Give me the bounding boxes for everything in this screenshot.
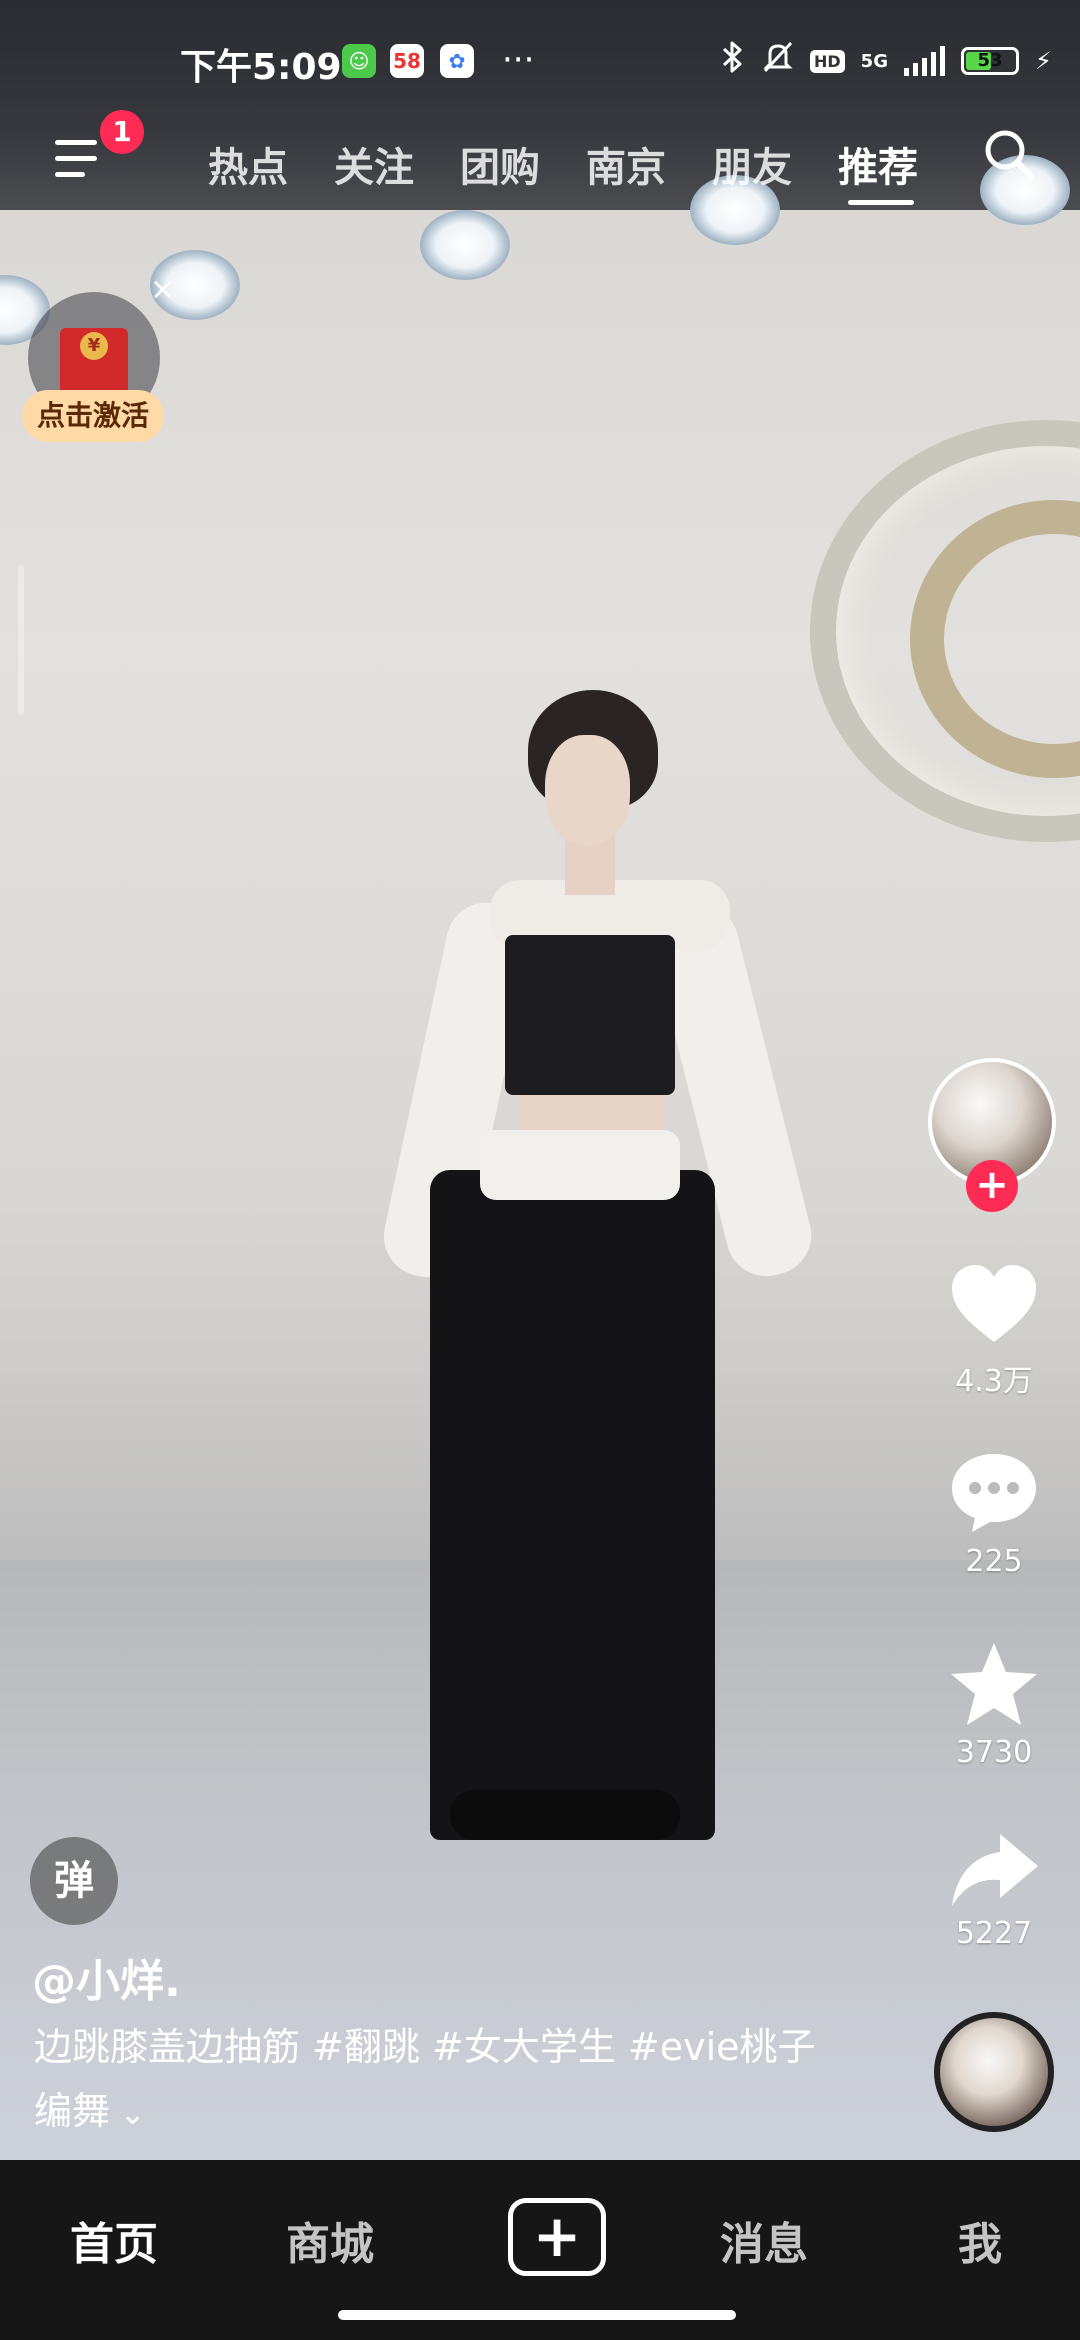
share-arrow-icon[interactable] [948, 1830, 1040, 1914]
58-app-icon: 58 [390, 44, 424, 78]
dancer-pants [430, 1170, 715, 1840]
hd-icon: HD [810, 49, 845, 73]
more-notifications-icon: ··· [502, 40, 535, 80]
coin-icon: ¥ [80, 332, 108, 360]
tab-nanjing[interactable]: 南京 [586, 135, 666, 193]
caption-text: 边跳膝盖边抽筋 #翻跳 #女大学生 #evie桃子编舞 [34, 2025, 816, 2133]
search-icon[interactable] [980, 125, 1040, 185]
activate-button[interactable]: 点击激活 [22, 390, 164, 442]
expand-chevron-icon[interactable]: ⌄ [120, 2097, 145, 2132]
bluetooth-icon [720, 40, 746, 82]
dancer-corset [505, 935, 675, 1095]
favorite-star-icon[interactable] [948, 1640, 1040, 1732]
tab-hot[interactable]: 热点 [208, 135, 288, 193]
share-count: 5227 [955, 1916, 1033, 1951]
network-type: 5G [860, 50, 888, 72]
tab-following[interactable]: 关注 [334, 135, 414, 193]
like-icon[interactable] [948, 1262, 1040, 1350]
status-bar: 下午5:09 ☺ 58 ✿ ··· HD 5G 53 ⚡ [0, 0, 1080, 130]
mute-bell-icon [762, 40, 794, 82]
create-post-button[interactable]: + [508, 2198, 606, 2276]
author-username[interactable]: @小烊. [32, 1945, 181, 2009]
tab-group-buy[interactable]: 团购 [460, 135, 540, 193]
danmu-toggle-button[interactable]: 弹 [30, 1837, 118, 1925]
home-indicator[interactable] [338, 2310, 736, 2320]
comment-icon[interactable] [948, 1450, 1040, 1540]
follow-button[interactable]: + [966, 1160, 1018, 1212]
nav-messages[interactable]: 消息 [720, 2208, 808, 2272]
comment-count: 225 [965, 1544, 1023, 1579]
stage-light [420, 210, 510, 280]
signal-icon [903, 46, 945, 76]
close-icon[interactable]: × [150, 272, 175, 307]
favorite-count: 3730 [955, 1735, 1033, 1770]
menu-icon[interactable] [55, 140, 105, 180]
tab-friends[interactable]: 朋友 [712, 135, 792, 193]
charging-icon: ⚡ [1034, 47, 1052, 75]
tab-recommended[interactable]: 推荐 [838, 135, 918, 193]
active-tab-indicator [848, 200, 914, 205]
like-count: 4.3万 [955, 1364, 1033, 1399]
side-drawer-handle[interactable] [18, 565, 24, 715]
nav-me[interactable]: 我 [958, 2208, 1002, 2272]
baidu-app-icon: ✿ [440, 44, 474, 78]
dancer-face [545, 735, 630, 845]
dancer-shoes [450, 1790, 680, 1840]
video-caption[interactable]: 边跳膝盖边抽筋 #翻跳 #女大学生 #evie桃子编舞 ⌄ [34, 2015, 834, 2147]
nav-home[interactable]: 首页 [70, 2208, 158, 2272]
dancer-ruffle [480, 1130, 680, 1200]
battery-icon: 53 [960, 47, 1019, 75]
status-right: HD 5G 53 ⚡ [720, 40, 1052, 82]
dancer-waist [520, 1090, 665, 1130]
video-player[interactable] [0, 0, 1080, 2160]
status-time: 下午5:09 [180, 47, 342, 88]
cat-app-icon: ☺ [342, 44, 376, 78]
battery-level: 53 [977, 50, 1003, 71]
notification-badge: 1 [100, 110, 144, 154]
nav-mall[interactable]: 商城 [286, 2208, 374, 2272]
music-disc-icon[interactable] [934, 2012, 1054, 2132]
